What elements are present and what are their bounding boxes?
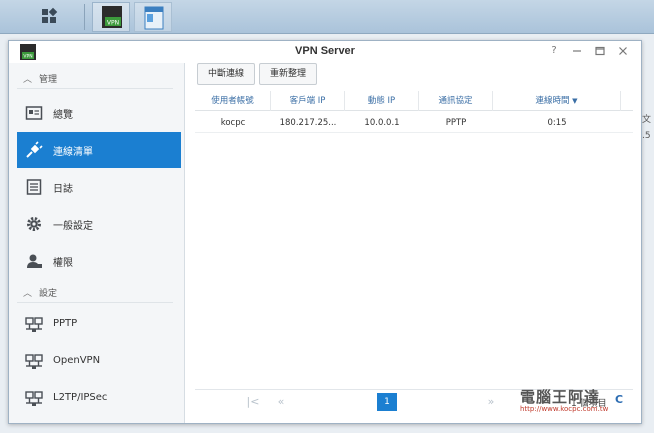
background-window-fragment: 文 .5 <box>642 112 651 141</box>
taskbar-vpn-server[interactable]: VPN <box>92 2 130 32</box>
column-header-username[interactable]: 使用者帳號 <box>195 91 271 111</box>
vpn-server-window: VPN VPN Server ? ︿ 管理 總覽 連線清單 日誌 一般設定 權限… <box>8 40 642 424</box>
section-settings[interactable]: ︿ 設定 <box>9 281 185 303</box>
sidebar-item-overview[interactable]: 總覽 <box>17 95 181 131</box>
sidebar-item-general-settings[interactable]: 一般設定 <box>17 206 181 242</box>
column-header-connection-time[interactable]: 連線時間 ▼ <box>493 91 621 111</box>
table-row[interactable]: kocpc 180.217.25... 10.0.0.1 PPTP 0:15 <box>195 113 633 133</box>
sidebar-item-openvpn[interactable]: OpenVPN <box>17 344 181 380</box>
table-header: 使用者帳號 客戶端 IP 動態 IP 通訊協定 連線時間 ▼ <box>195 91 633 111</box>
user-icon <box>27 254 42 268</box>
watermark-text: 電腦王阿達 <box>520 388 601 406</box>
sort-desc-icon: ▼ <box>572 97 578 105</box>
cell-client-ip: 180.217.25... <box>279 118 337 128</box>
previous-page-icon[interactable]: « <box>273 394 289 410</box>
svg-text:VPN: VPN <box>107 20 119 27</box>
column-header-connection-time-label: 連線時間 <box>535 96 570 106</box>
divider <box>17 302 173 303</box>
help-icon[interactable]: ? <box>547 44 561 58</box>
sidebar-item-permissions[interactable]: 權限 <box>17 243 181 279</box>
chevron-up-icon: ︿ <box>23 75 33 85</box>
disconnect-button[interactable]: 中斷連線 <box>197 63 255 85</box>
sidebar-item-pptp[interactable]: PPTP <box>17 307 181 343</box>
current-page[interactable]: 1 <box>377 393 397 411</box>
sidebar-item-connection-list[interactable]: 連線清單 <box>17 132 181 168</box>
taskbar: VPN <box>0 0 654 34</box>
close-icon[interactable] <box>616 44 630 58</box>
column-header-protocol[interactable]: 通訊協定 <box>419 91 493 111</box>
log-icon <box>26 179 42 195</box>
next-page-icon[interactable]: » <box>483 394 499 410</box>
cell-username: kocpc <box>220 118 246 128</box>
first-page-icon[interactable]: |< <box>245 394 261 410</box>
refresh-icon[interactable]: C <box>615 393 629 409</box>
main-menu-button[interactable] <box>32 2 66 32</box>
watermark-url: http://www.kocpc.com.tw <box>520 405 609 413</box>
taskbar-app-window[interactable] <box>134 2 172 32</box>
watermark-logo: 電腦王阿達 http://www.kocpc.com.tw <box>520 386 608 413</box>
window-app-icon <box>144 6 164 30</box>
sidebar: ︿ 管理 總覽 連線清單 日誌 一般設定 權限 ︿ 設定 PPTP OpenVP… <box>9 63 185 423</box>
taskbar-separator <box>84 4 85 30</box>
sidebar-item-l2tp-ipsec[interactable]: L2TP/IPSec <box>17 381 181 417</box>
cell-protocol: PPTP <box>445 118 467 128</box>
sidebar-item-log[interactable]: 日誌 <box>17 169 181 205</box>
connection-plug-icon <box>26 141 43 158</box>
network-icon <box>25 317 43 332</box>
title-bar[interactable]: VPN VPN Server ? <box>9 41 641 63</box>
chevron-up-icon: ︿ <box>23 289 33 299</box>
column-header-dynamic-ip[interactable]: 動態 IP <box>345 91 419 111</box>
overview-icon <box>25 106 43 120</box>
cell-connection-time: 0:15 <box>547 118 567 128</box>
minimize-icon[interactable] <box>570 44 584 58</box>
refresh-button[interactable]: 重新整理 <box>259 63 317 85</box>
main-menu-icon <box>42 7 58 23</box>
cell-dynamic-ip: 10.0.0.1 <box>364 118 400 128</box>
section-manage[interactable]: ︿ 管理 <box>9 67 185 89</box>
fragment-line-1: 文 <box>642 115 652 125</box>
network-icon <box>25 354 43 369</box>
column-header-client-ip[interactable]: 客戶端 IP <box>271 91 345 111</box>
network-icon <box>25 391 43 406</box>
vpn-app-icon: VPN <box>102 6 122 28</box>
divider <box>17 88 173 89</box>
maximize-icon[interactable] <box>593 44 607 58</box>
gear-icon <box>27 217 41 231</box>
fragment-line-2: .5 <box>642 131 651 141</box>
